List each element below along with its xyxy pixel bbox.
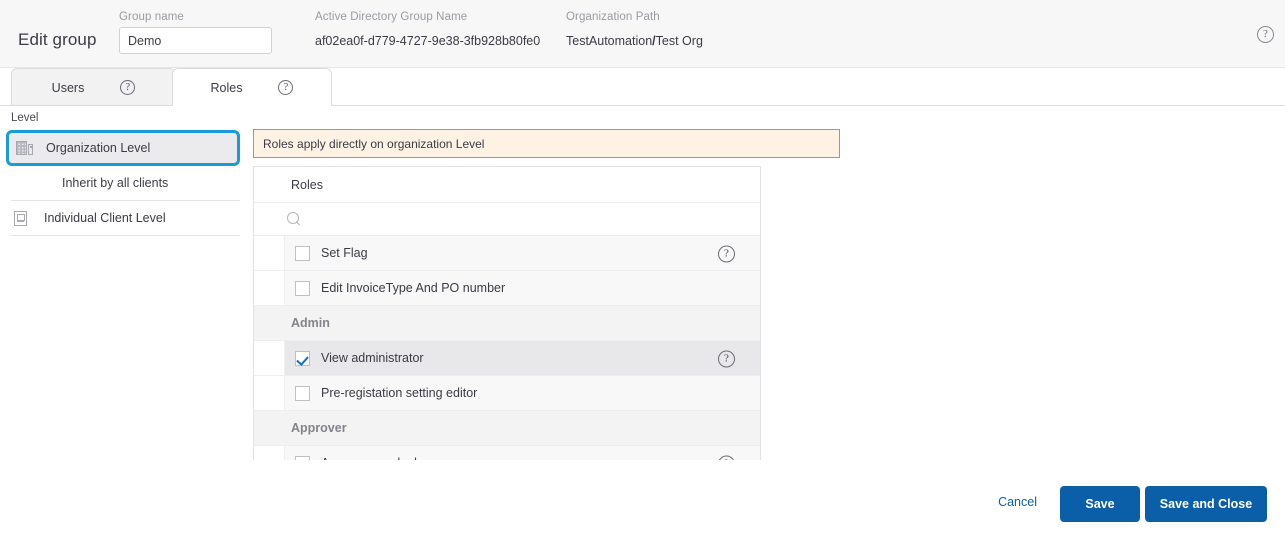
role-checkbox[interactable] xyxy=(295,455,310,460)
help-circle-icon: ? xyxy=(718,350,735,368)
level-item-individual-client-level[interactable]: Individual Client Level xyxy=(11,201,240,236)
page-header: Edit group Group name Active Directory G… xyxy=(0,0,1285,68)
ad-group-name-block: Active Directory Group Name af02ea0f-d77… xyxy=(315,11,540,48)
level-item-inherit-by-all-clients[interactable]: Inherit by all clients xyxy=(11,166,240,201)
group-name-label: Group name xyxy=(119,11,184,23)
role-label: View administrator xyxy=(321,351,424,365)
tab-users[interactable]: Users ? xyxy=(11,68,176,106)
role-checkbox[interactable] xyxy=(295,350,310,366)
role-group-header-label: Admin xyxy=(291,316,330,330)
role-checkbox[interactable] xyxy=(295,385,310,401)
roles-row-list: Set Flag? Edit InvoiceType And PO number A… xyxy=(254,236,760,460)
roles-scope-notice: Roles apply directly on organization Lev… xyxy=(253,129,840,158)
role-checkbox[interactable] xyxy=(295,280,310,296)
roles-scope-notice-text: Roles apply directly on organization Lev… xyxy=(263,136,485,151)
roles-panel: Roles Set Flag? Edit InvoiceType And PO n… xyxy=(253,166,761,460)
search-icon xyxy=(287,211,302,227)
org-path-leaf: Test Org xyxy=(655,34,703,48)
save-and-close-button[interactable]: Save and Close xyxy=(1145,486,1267,522)
cancel-button[interactable]: Cancel xyxy=(998,495,1037,509)
tab-users-label: Users xyxy=(51,80,85,95)
role-row[interactable]: Pre-registation setting editor xyxy=(254,376,760,411)
role-help-button[interactable]: ? xyxy=(718,244,735,263)
level-panel: Level Organization Level Inherit by all … xyxy=(0,112,248,236)
footer-actions: Cancel Save Save and Close xyxy=(0,469,1285,541)
help-circle-icon: ? xyxy=(718,455,735,460)
role-group-header-label: Approver xyxy=(291,421,347,435)
roles-panel-header: Roles xyxy=(254,167,760,203)
role-row[interactable]: Set Flag? xyxy=(254,236,760,271)
role-group-header: Admin xyxy=(254,306,760,341)
organization-path-value: TestAutomation/Test Org xyxy=(566,34,703,48)
level-caption: Level xyxy=(11,112,39,124)
role-help-button[interactable]: ? xyxy=(718,454,735,460)
help-circle-icon: ? xyxy=(718,245,735,263)
tab-roles-help-icon[interactable]: ? xyxy=(278,80,294,95)
role-row[interactable]: Edit InvoiceType And PO number xyxy=(254,271,760,306)
role-checkbox[interactable] xyxy=(295,245,310,261)
level-item-individual-client-label: Individual Client Level xyxy=(44,211,166,225)
page-help-button[interactable]: ? xyxy=(1257,24,1274,43)
role-row-gutter xyxy=(254,446,285,460)
tab-bar: Users ? Roles ? xyxy=(0,68,1285,107)
role-label: Approver readonly xyxy=(321,456,423,460)
role-row-gutter xyxy=(254,271,285,305)
help-circle-icon: ? xyxy=(1257,26,1274,43)
role-row-gutter xyxy=(254,376,285,410)
roles-panel-header-label: Roles xyxy=(291,177,323,192)
tab-roles-label: Roles xyxy=(210,80,243,95)
role-row-gutter xyxy=(254,341,285,375)
client-icon xyxy=(14,210,36,226)
role-help-button[interactable]: ? xyxy=(718,349,735,368)
role-row-gutter xyxy=(254,236,285,270)
role-label: Edit InvoiceType And PO number xyxy=(321,281,506,295)
group-name-field-block: Group name xyxy=(119,11,272,54)
tab-users-help-icon[interactable]: ? xyxy=(120,80,136,95)
organization-path-block: Organization Path TestAutomation/Test Or… xyxy=(566,11,703,48)
save-button[interactable]: Save xyxy=(1060,486,1140,522)
roles-search-row[interactable] xyxy=(254,203,760,236)
ad-group-name-label: Active Directory Group Name xyxy=(315,11,468,23)
organization-path-label: Organization Path xyxy=(566,11,660,23)
building-icon xyxy=(16,141,38,155)
role-label: Pre-registation setting editor xyxy=(321,386,478,400)
tab-roles[interactable]: Roles ? xyxy=(172,68,332,107)
ad-group-name-value: af02ea0f-d779-4727-9e38-3fb928b80fe0 xyxy=(315,34,541,48)
level-item-organization-level-label: Organization Level xyxy=(46,141,151,155)
roles-search-input[interactable] xyxy=(309,212,689,226)
level-item-inherit-label: Inherit by all clients xyxy=(62,176,169,190)
group-name-input[interactable] xyxy=(119,27,272,54)
role-row[interactable]: View administrator? xyxy=(254,341,760,376)
role-group-header: Approver xyxy=(254,411,760,446)
page-title: Edit group xyxy=(18,30,97,49)
role-row[interactable]: Approver readonly? xyxy=(254,446,760,460)
role-label: Set Flag xyxy=(321,246,368,260)
org-path-root: TestAutomation xyxy=(566,34,653,48)
level-item-organization-level[interactable]: Organization Level xyxy=(6,130,240,166)
edit-group-page: Edit group Group name Active Directory G… xyxy=(0,0,1285,541)
